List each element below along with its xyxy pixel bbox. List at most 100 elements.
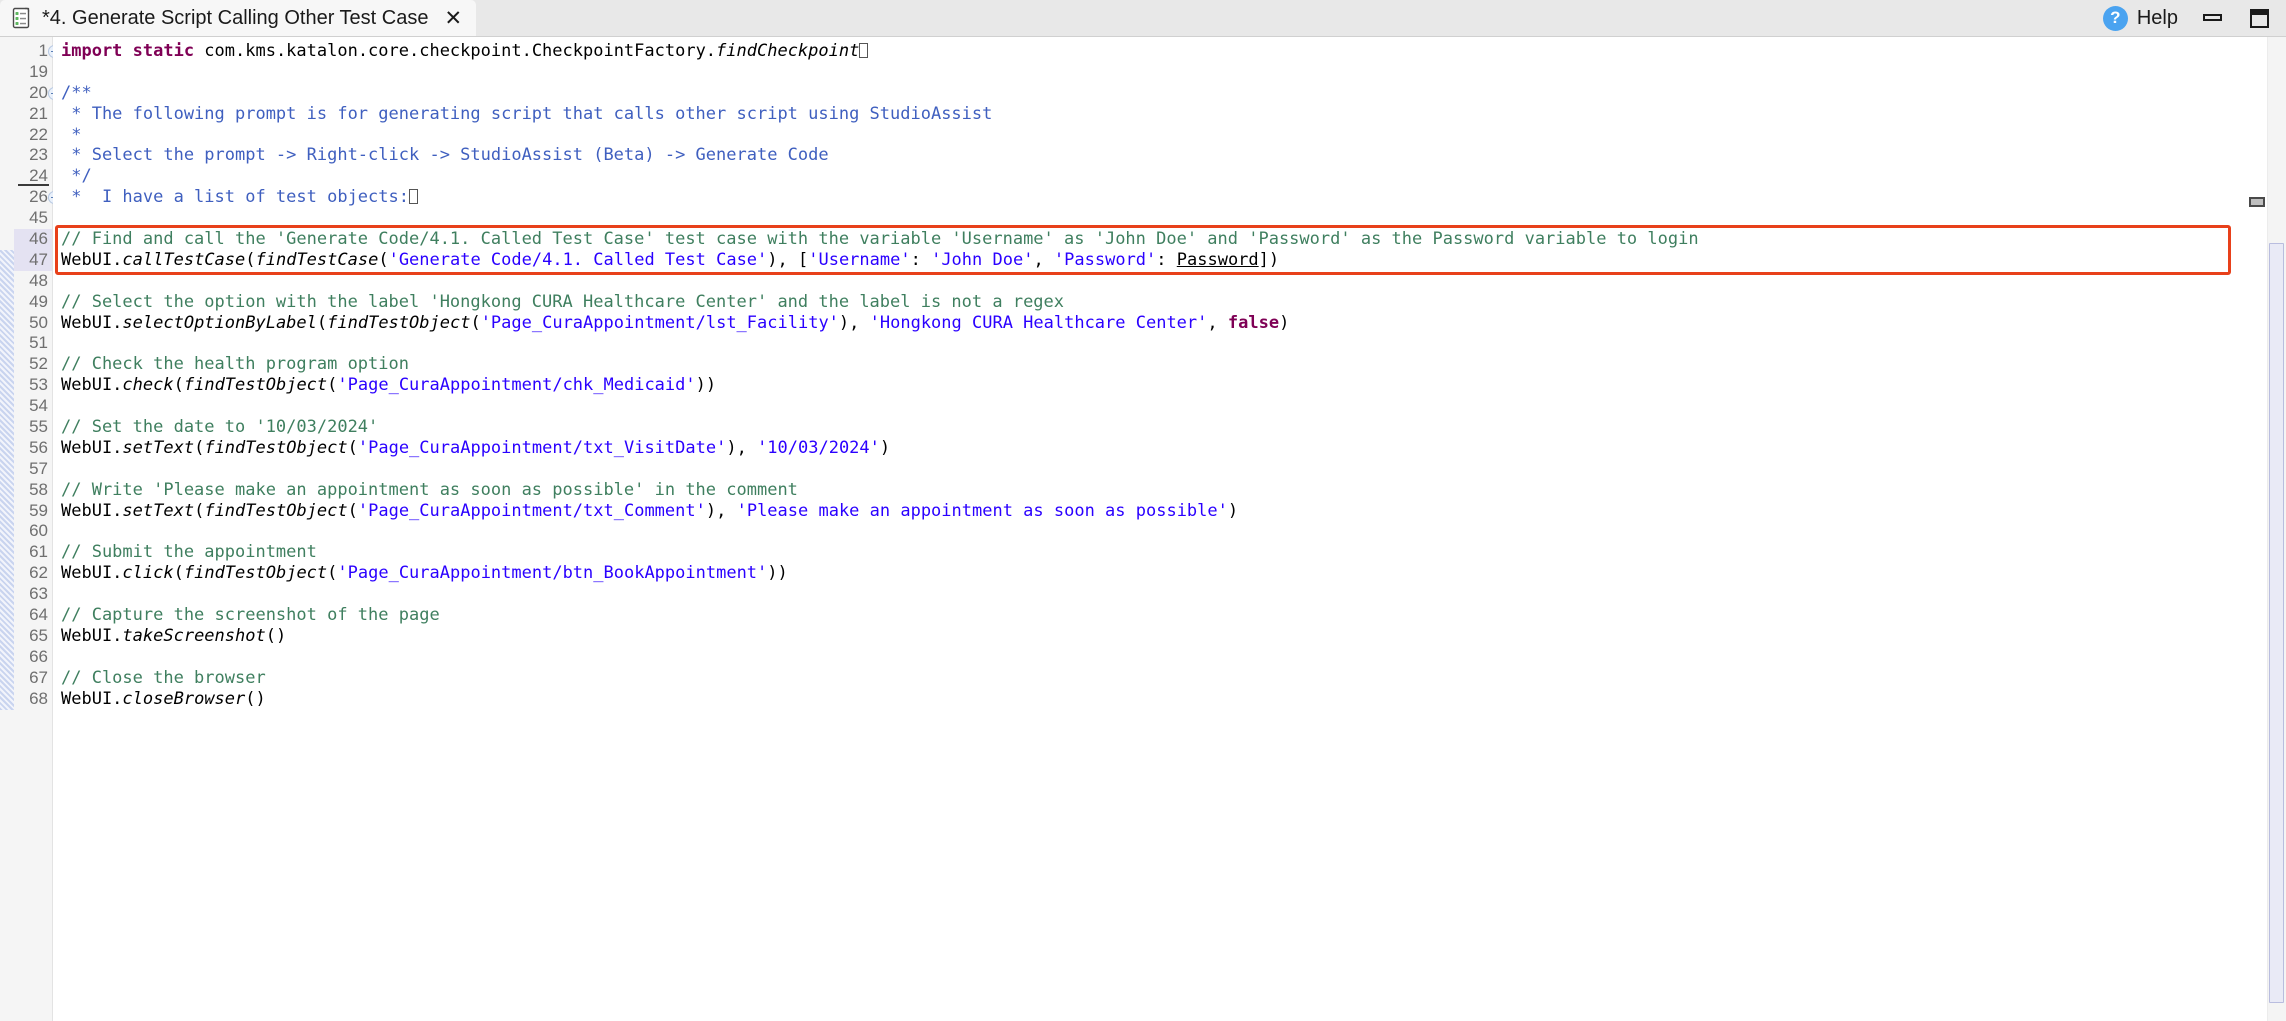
code-token: closeBrowser [122,688,246,709]
code-token: // Select the option with the label 'Hon… [61,291,1065,312]
code-token: // Check the health program option [61,354,409,375]
code-token: WebUI. [61,312,123,333]
code-token: ), [838,312,870,333]
line-number: 56 [29,437,48,457]
code-token: 'Username' [808,249,911,270]
line-number: 46 [14,229,52,250]
code-token: WebUI. [61,500,123,521]
code-token: ) [1279,312,1290,333]
code-line: * [53,125,2247,146]
code-line: import static com.kms.katalon.core.check… [53,41,2247,62]
code-token: WebUI. [61,563,123,584]
code-token: ) [1227,500,1239,521]
code-token: ]) [1258,249,1280,270]
minimize-icon[interactable] [2201,6,2225,30]
line-number: 52 [29,354,48,374]
line-number: 55 [29,417,48,437]
code-token: import static [61,41,205,61]
editor-marker-column[interactable] [0,37,14,1021]
line-number: 67 [29,667,48,687]
code-token: '10/03/2024' [757,437,880,458]
code-token: 'Please make an appointment as soon as p… [736,500,1228,521]
code-token: findTestObject [183,375,328,396]
code-line: // Check the health program option [53,354,2247,375]
code-token: WebUI. [61,375,123,396]
code-token: () [265,625,287,646]
code-token: * I have a list of test objects: [61,187,409,208]
code-token: ), [726,437,758,458]
code-token: 'Page_CuraAppointment/txt_Comment' [357,500,706,521]
test-case-file-icon [12,7,30,29]
code-token: ( [327,563,338,584]
code-token: // Submit the appointment [61,542,317,563]
code-token: com.kms.katalon.core.checkpoint.Checkpoi… [204,41,717,61]
overview-ruler[interactable] [2247,37,2267,1021]
code-line: WebUI.setText(findTestObject('Page_CuraA… [53,501,2247,522]
code-token: * Select the prompt -> Right-click -> St… [61,145,829,166]
restore-icon[interactable] [2248,6,2272,30]
line-number: 51 [29,333,48,353]
help-button-label[interactable]: Help [2137,7,2178,30]
code-line: * The following prompt is for generating… [53,104,2247,125]
code-token: findTestObject [204,437,348,458]
code-token: // Write 'Please make an appointment as … [61,479,798,500]
code-token: findTestObject [204,500,348,521]
line-number: 59 [29,500,48,520]
line-number: 54 [29,396,48,416]
code-line: * Select the prompt -> Right-click -> St… [53,145,2247,166]
line-number: 53 [29,375,48,395]
help-icon[interactable]: ? [2102,5,2128,31]
line-number: 47 [14,249,52,271]
line-number: 23 [29,145,48,165]
code-text-area[interactable]: import static com.kms.katalon.core.check… [53,37,2247,1021]
scrollbar-thumb[interactable] [2269,243,2284,1003]
code-token: // Capture the screenshot of the page [61,605,440,626]
overview-ruler-marker[interactable] [2249,197,2265,207]
code-token: ( [327,375,338,396]
code-line: WebUI.closeBrowser() [53,689,2247,710]
line-number-gutter[interactable]: 1 19 20 21 22 23 24 26 45 46 47 48 49 50 51 52 53 54 55 56 5… [14,37,61,1021]
code-token: findCheckpoint [716,41,860,61]
code-line: WebUI.click(findTestObject('Page_CuraApp… [53,563,2247,584]
code-token: ( [194,500,205,521]
line-number: 61 [29,542,48,562]
line-number: 65 [29,625,48,645]
code-line: // Capture the screenshot of the page [53,605,2247,626]
code-token: ( [470,312,481,333]
changed-lines-marker [0,250,14,710]
line-number: 45 [29,208,48,228]
code-token: 'Page_CuraAppointment/chk_Medicaid' [337,375,696,396]
line-number: 48 [29,270,48,290]
vertical-scrollbar[interactable] [2267,37,2286,1021]
code-line: // Close the browser [53,668,2247,689]
line-number: 64 [29,605,48,625]
code-token: WebUI. [61,249,123,270]
close-icon[interactable]: ✕ [444,8,462,29]
code-token: WebUI. [61,437,123,458]
line-number: 26 [14,187,61,208]
code-token: * The following prompt is for generating… [61,103,993,124]
line-number: 63 [29,584,48,604]
text-cursor-box [859,43,869,58]
code-token: // Set the date to '10/03/2024' [61,417,379,438]
code-token: ( [378,249,389,270]
code-editor: 1 19 20 21 22 23 24 26 45 46 47 48 49 50 51 52 53 54 55 56 5… [0,37,2286,1021]
editor-tab[interactable]: *4. Generate Script Calling Other Test C… [0,0,477,36]
window-controls: ? Help [2102,0,2286,36]
code-token: callTestCase [122,249,246,270]
line-number: 49 [29,291,48,311]
code-token: ) [879,437,891,458]
code-token: , [1207,312,1228,333]
code-token: findTestCase [255,249,379,270]
code-token: ( [245,249,256,270]
text-cursor-box [409,189,418,205]
line-number: 19 [29,61,48,81]
code-token: ( [347,437,358,458]
code-token: findTestObject [183,563,328,584]
code-token: )) [767,563,788,584]
code-token: )) [695,375,717,396]
